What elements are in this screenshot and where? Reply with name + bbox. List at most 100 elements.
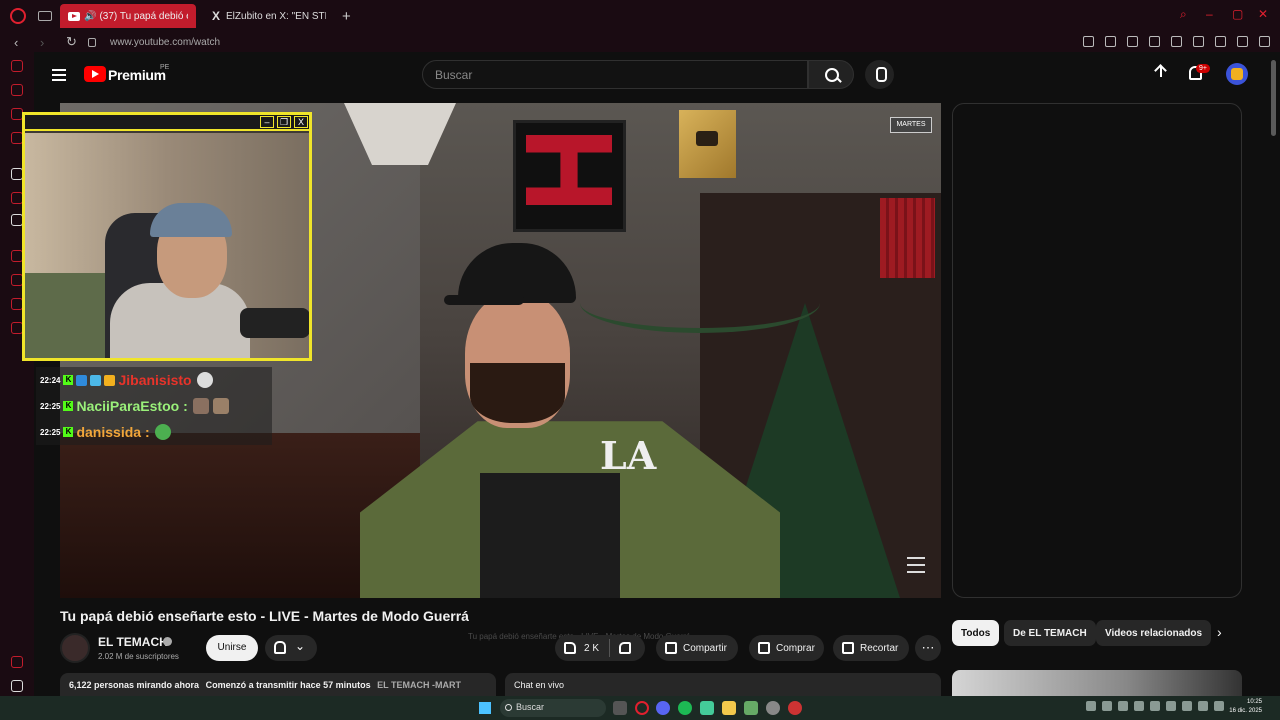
network-icon[interactable] — [1198, 701, 1208, 711]
forward-icon[interactable]: › — [40, 35, 52, 50]
verified-icon — [163, 637, 172, 646]
back-icon[interactable]: ‹ — [14, 35, 26, 50]
more-actions-icon[interactable]: ⋯ — [915, 635, 941, 661]
discord-tray-icon[interactable] — [1102, 701, 1112, 711]
host-shirt — [480, 473, 620, 598]
chip-related[interactable]: Videos relacionados — [1096, 620, 1212, 646]
share-button[interactable]: Compartir — [656, 635, 738, 661]
tab-title: ElZubito en X: "EN STREAM — [226, 10, 326, 22]
buy-button[interactable]: Comprar — [749, 635, 824, 661]
app-tray-icon[interactable] — [1150, 701, 1160, 711]
search-input[interactable]: Buscar — [422, 60, 808, 89]
file-explorer-icon[interactable] — [722, 701, 736, 715]
garland — [580, 273, 820, 333]
opera-logo-icon[interactable] — [10, 8, 26, 24]
close-icon[interactable]: ✕ — [1258, 8, 1270, 20]
description-box[interactable]: 6,122 personas mirando ahora Comenzó a t… — [60, 673, 496, 696]
subscription-bell-button[interactable]: ⌄ — [265, 635, 317, 661]
avatar[interactable] — [1226, 63, 1248, 85]
channel-name[interactable]: EL TEMACH — [98, 635, 168, 649]
channel-avatar[interactable] — [60, 633, 90, 663]
taskbar-search[interactable]: Buscar — [500, 699, 606, 717]
discord-icon[interactable] — [656, 701, 670, 715]
chat-username: danissida : — [76, 424, 150, 440]
chevron-up-icon[interactable] — [1086, 701, 1096, 711]
pip-minimize-icon[interactable]: – — [260, 116, 274, 128]
app-icon[interactable] — [744, 701, 758, 715]
like-count[interactable]: 2 K — [584, 643, 599, 654]
clock-date: 16 dic. 2025 — [1229, 708, 1262, 714]
gx-icon[interactable] — [11, 656, 23, 668]
extension-icon[interactable] — [1127, 36, 1138, 47]
url-field[interactable]: www.youtube.com/watch — [110, 37, 220, 48]
tab-manager-icon[interactable] — [38, 11, 52, 21]
taskbar-clock[interactable]: 10:25 16 dic. 2025 — [1222, 698, 1262, 716]
app-tray-icon[interactable] — [1118, 701, 1128, 711]
pip-close-icon[interactable]: X — [294, 116, 308, 128]
live-chat-panel[interactable] — [952, 103, 1242, 598]
voice-search-icon[interactable] — [865, 60, 894, 89]
page-scrollbar[interactable] — [1271, 60, 1276, 136]
kick-badge-icon: K — [63, 375, 74, 385]
reload-icon[interactable]: ↻ — [66, 34, 78, 50]
opera-gx-icon[interactable] — [788, 701, 802, 715]
premium-label[interactable]: Premium — [108, 67, 166, 83]
chat-username: Jibanisisto — [118, 372, 192, 388]
new-tab-button[interactable]: + — [342, 8, 351, 25]
snapshot-icon[interactable] — [1105, 36, 1116, 47]
clip-button[interactable]: Recortar — [833, 635, 909, 661]
share-icon — [665, 642, 677, 654]
kick-badge-icon: K — [63, 401, 74, 411]
store-icon[interactable] — [700, 701, 714, 715]
pin-icon[interactable] — [1083, 36, 1094, 47]
related-video-thumbnail[interactable] — [952, 670, 1242, 696]
like-icon[interactable] — [564, 642, 576, 654]
opera-taskbar-icon[interactable] — [635, 701, 649, 715]
windows-start-icon[interactable] — [479, 702, 491, 714]
heart-icon[interactable] — [1171, 36, 1182, 47]
chat-message: 22:25 K NaciiParaEstoo : — [36, 393, 272, 419]
task-view-icon[interactable] — [613, 701, 627, 715]
join-button[interactable]: Unirse — [206, 635, 258, 661]
live-chat-header[interactable]: Chat en vivo — [505, 673, 941, 696]
channel-tag: EL TEMACH -MART — [377, 680, 461, 690]
aria-icon[interactable] — [11, 60, 23, 72]
buy-label: Comprar — [776, 642, 815, 654]
youtube-logo-icon[interactable] — [84, 66, 106, 82]
la-logo: LA — [600, 433, 657, 478]
guide-menu-icon[interactable] — [52, 69, 66, 81]
app-tray-icon[interactable] — [1166, 701, 1176, 711]
lock-icon[interactable] — [88, 37, 96, 47]
minimize-icon[interactable]: – — [1206, 8, 1218, 20]
chip-from-channel[interactable]: De EL TEMACH — [1004, 620, 1096, 646]
search-tabs-icon[interactable]: ⌕ — [1180, 8, 1192, 20]
speaker-icon[interactable]: 🔊 — [84, 11, 96, 22]
menu-icon[interactable] — [1259, 36, 1270, 47]
wallet-icon[interactable] — [1215, 36, 1226, 47]
tab-x[interactable]: X ElZubito en X: "EN STREAM — [204, 4, 334, 28]
window-controls: ⌕ – ▢ ✕ — [1180, 8, 1270, 20]
spotify-icon[interactable] — [678, 701, 692, 715]
x-logo-icon: X — [212, 9, 221, 23]
chevron-right-icon[interactable]: › — [1217, 624, 1222, 640]
app-tray-icon[interactable] — [1182, 701, 1192, 711]
send-icon[interactable] — [1149, 36, 1160, 47]
briefcase-icon[interactable] — [11, 84, 23, 96]
search-icon[interactable] — [808, 60, 854, 89]
pip-webcam-window[interactable]: – ❐ X — [22, 112, 312, 361]
share-label: Compartir — [683, 642, 727, 654]
pip-restore-icon[interactable]: ❐ — [277, 116, 291, 128]
more-icon[interactable] — [11, 680, 23, 692]
chip-all[interactable]: Todos — [952, 620, 1000, 646]
dislike-icon[interactable] — [619, 642, 632, 654]
app-tray-icon[interactable] — [1134, 701, 1144, 711]
obs-icon[interactable] — [766, 701, 780, 715]
maximize-icon[interactable]: ▢ — [1232, 8, 1244, 20]
puzzle-icon[interactable] — [1193, 36, 1204, 47]
tab-youtube[interactable]: 🔊 (37) Tu papá debió enseñarte esto — [60, 4, 196, 28]
upload-icon[interactable] — [1154, 65, 1168, 81]
download-icon[interactable] — [1237, 36, 1248, 47]
pip-title-bar[interactable]: – ❐ X — [25, 115, 309, 131]
chat-time: 22:25 — [40, 427, 61, 437]
chat-time: 22:24 — [40, 375, 61, 385]
